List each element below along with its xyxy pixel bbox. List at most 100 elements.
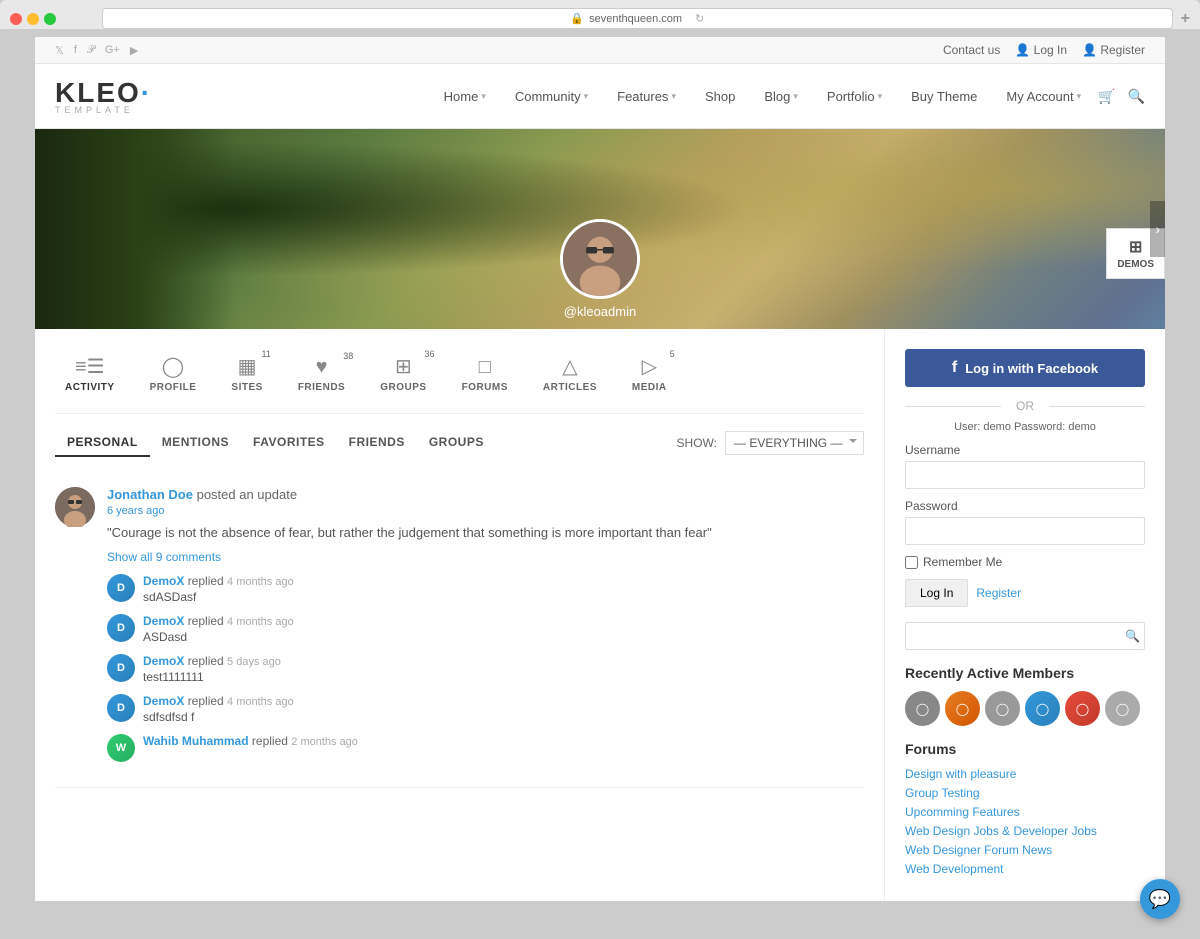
tab-forums[interactable]: □ FORUMS bbox=[452, 351, 518, 398]
comment-avatar[interactable]: D bbox=[107, 654, 135, 682]
new-tab-button[interactable]: + bbox=[1181, 10, 1190, 28]
twitter-icon[interactable]: 𝕏 bbox=[55, 44, 64, 57]
nav-my-account[interactable]: My Account ▾ bbox=[994, 81, 1093, 112]
hero-banner: @kleoadmin ⊞ DEMOS › bbox=[35, 129, 1165, 329]
sites-icon: ▦ bbox=[238, 354, 257, 379]
logo[interactable]: KLEO· TEMPLATE bbox=[55, 77, 152, 115]
avatar-image bbox=[563, 219, 637, 299]
nav-portfolio[interactable]: Portfolio ▾ bbox=[815, 81, 894, 112]
cart-icon[interactable]: 🛒 bbox=[1098, 88, 1115, 105]
comment-action: replied bbox=[252, 734, 291, 748]
tab-friends[interactable]: 38 ♥ FRIENDS bbox=[288, 351, 355, 398]
subtab-groups[interactable]: GROUPS bbox=[417, 429, 496, 457]
maximize-dot[interactable] bbox=[44, 13, 56, 25]
login-link[interactable]: 👤 Log In bbox=[1015, 43, 1067, 57]
reload-icon[interactable]: ↻ bbox=[695, 12, 704, 25]
search-button[interactable]: 🔍 bbox=[1125, 629, 1140, 643]
minimize-dot[interactable] bbox=[27, 13, 39, 25]
comment-content: DemoX replied 4 months ago sdfsdfsd f bbox=[143, 694, 864, 724]
youtube-icon[interactable]: ▶ bbox=[130, 44, 138, 57]
subtab-personal[interactable]: PERSONAL bbox=[55, 429, 150, 457]
comment-avatar[interactable]: D bbox=[107, 694, 135, 722]
subtab-friends[interactable]: FRIENDS bbox=[337, 429, 417, 457]
comment-item: D DemoX replied 4 months ago sdfsdfsd f bbox=[107, 694, 864, 724]
forum-link-1[interactable]: Group Testing bbox=[905, 786, 1145, 800]
activity-avatar[interactable] bbox=[55, 487, 95, 527]
member-avatar-6[interactable]: ◯ bbox=[1105, 691, 1140, 726]
comment-time: 2 months ago bbox=[291, 736, 358, 748]
browser-chrome: 🔒 seventhqueen.com ↻ + bbox=[0, 0, 1200, 29]
activity-time[interactable]: 6 years ago bbox=[107, 505, 864, 517]
comment-text: sdfsdfsd f bbox=[143, 710, 864, 724]
tab-articles[interactable]: △ ARTICLES bbox=[533, 349, 607, 398]
top-bar: 𝕏 f 𝒫 G+ ▶ Contact us 👤 Log In 👤 Registe… bbox=[35, 37, 1165, 64]
comment-avatar[interactable]: D bbox=[107, 574, 135, 602]
member-avatar-4[interactable]: ◯ bbox=[1025, 691, 1060, 726]
activity-username[interactable]: Jonathan Doe bbox=[107, 487, 193, 502]
commenter-name[interactable]: DemoX bbox=[143, 574, 184, 588]
nav-shop[interactable]: Shop bbox=[693, 81, 747, 112]
comment-header: DemoX replied 4 months ago bbox=[143, 614, 864, 628]
subtab-mentions[interactable]: MENTIONS bbox=[150, 429, 241, 457]
member-avatar-2[interactable]: ◯ bbox=[945, 691, 980, 726]
address-bar[interactable]: 🔒 seventhqueen.com ↻ bbox=[102, 8, 1173, 29]
member-avatar-3[interactable]: ◯ bbox=[985, 691, 1020, 726]
register-link[interactable]: Register bbox=[976, 586, 1021, 600]
comment-time: 4 months ago bbox=[227, 696, 294, 708]
tab-media[interactable]: 5 ▷ MEDIA bbox=[622, 349, 677, 398]
forum-link-5[interactable]: Web Development bbox=[905, 862, 1145, 876]
forum-link-4[interactable]: Web Designer Forum News bbox=[905, 843, 1145, 857]
user-icon: 👤 bbox=[1015, 43, 1030, 57]
comment-header: Wahib Muhammad replied 2 months ago bbox=[143, 734, 864, 748]
close-dot[interactable] bbox=[10, 13, 22, 25]
form-actions: Log In Register bbox=[905, 579, 1145, 607]
forum-link-2[interactable]: Upcomming Features bbox=[905, 805, 1145, 819]
search-icon[interactable]: 🔍 bbox=[1128, 88, 1145, 105]
nav-home[interactable]: Home ▾ bbox=[432, 81, 498, 112]
commenter-name[interactable]: DemoX bbox=[143, 654, 184, 668]
facebook-icon[interactable]: f bbox=[74, 44, 77, 57]
hero-avatar[interactable] bbox=[560, 219, 640, 299]
logo-dot: · bbox=[141, 77, 152, 108]
comment-header: DemoX replied 4 months ago bbox=[143, 574, 864, 588]
show-comments-link[interactable]: Show all 9 comments bbox=[107, 550, 864, 564]
commenter-name[interactable]: Wahib Muhammad bbox=[143, 734, 249, 748]
subtab-favorites[interactable]: FAVORITES bbox=[241, 429, 337, 457]
commenter-name[interactable]: DemoX bbox=[143, 614, 184, 628]
contact-link[interactable]: Contact us bbox=[943, 43, 1000, 57]
member-avatar-1[interactable]: ◯ bbox=[905, 691, 940, 726]
sidebar-search-input[interactable] bbox=[905, 622, 1145, 650]
scroll-right-indicator[interactable]: › bbox=[1150, 201, 1165, 257]
comment-item: D DemoX replied 4 months ago ASDasd bbox=[107, 614, 864, 644]
everything-select[interactable]: — EVERYTHING — bbox=[725, 431, 864, 455]
login-button[interactable]: Log In bbox=[905, 579, 968, 607]
google-plus-icon[interactable]: G+ bbox=[105, 44, 120, 57]
chat-bubble-button[interactable]: 💬 bbox=[1140, 879, 1180, 919]
nav-blog[interactable]: Blog ▾ bbox=[752, 81, 810, 112]
register-link[interactable]: 👤 Register bbox=[1082, 43, 1145, 57]
chevron-down-icon: ▾ bbox=[481, 91, 486, 102]
tab-groups[interactable]: 36 ⊞ GROUPS bbox=[370, 349, 436, 398]
comment-time: 5 days ago bbox=[227, 656, 281, 668]
tab-sites[interactable]: 11 ▦ SITES bbox=[221, 349, 272, 398]
chat-icon: 💬 bbox=[1149, 889, 1171, 910]
nav-community[interactable]: Community ▾ bbox=[503, 81, 600, 112]
comment-avatar[interactable]: D bbox=[107, 614, 135, 642]
pinterest-icon[interactable]: 𝒫 bbox=[87, 44, 95, 57]
remember-me-checkbox[interactable] bbox=[905, 556, 918, 569]
password-input[interactable] bbox=[905, 517, 1145, 545]
activity-header: Jonathan Doe posted an update bbox=[107, 487, 864, 502]
forum-link-3[interactable]: Web Design Jobs & Developer Jobs bbox=[905, 824, 1145, 838]
member-avatar-5[interactable]: ◯ bbox=[1065, 691, 1100, 726]
tab-profile[interactable]: ◯ PROFILE bbox=[140, 349, 207, 398]
nav-features[interactable]: Features ▾ bbox=[605, 81, 688, 112]
facebook-login-button[interactable]: f Log in with Facebook bbox=[905, 349, 1145, 387]
commenter-name[interactable]: DemoX bbox=[143, 694, 184, 708]
nav-icons: 🛒 🔍 bbox=[1098, 88, 1145, 105]
tab-activity[interactable]: ≡☰ ACTIVITY bbox=[55, 349, 125, 398]
nav-buy-theme[interactable]: Buy Theme bbox=[899, 81, 989, 112]
comment-avatar[interactable]: W bbox=[107, 734, 135, 762]
forum-link-0[interactable]: Design with pleasure bbox=[905, 767, 1145, 781]
username-input[interactable] bbox=[905, 461, 1145, 489]
main-nav: KLEO· TEMPLATE Home ▾ Community ▾ Featur… bbox=[35, 64, 1165, 129]
